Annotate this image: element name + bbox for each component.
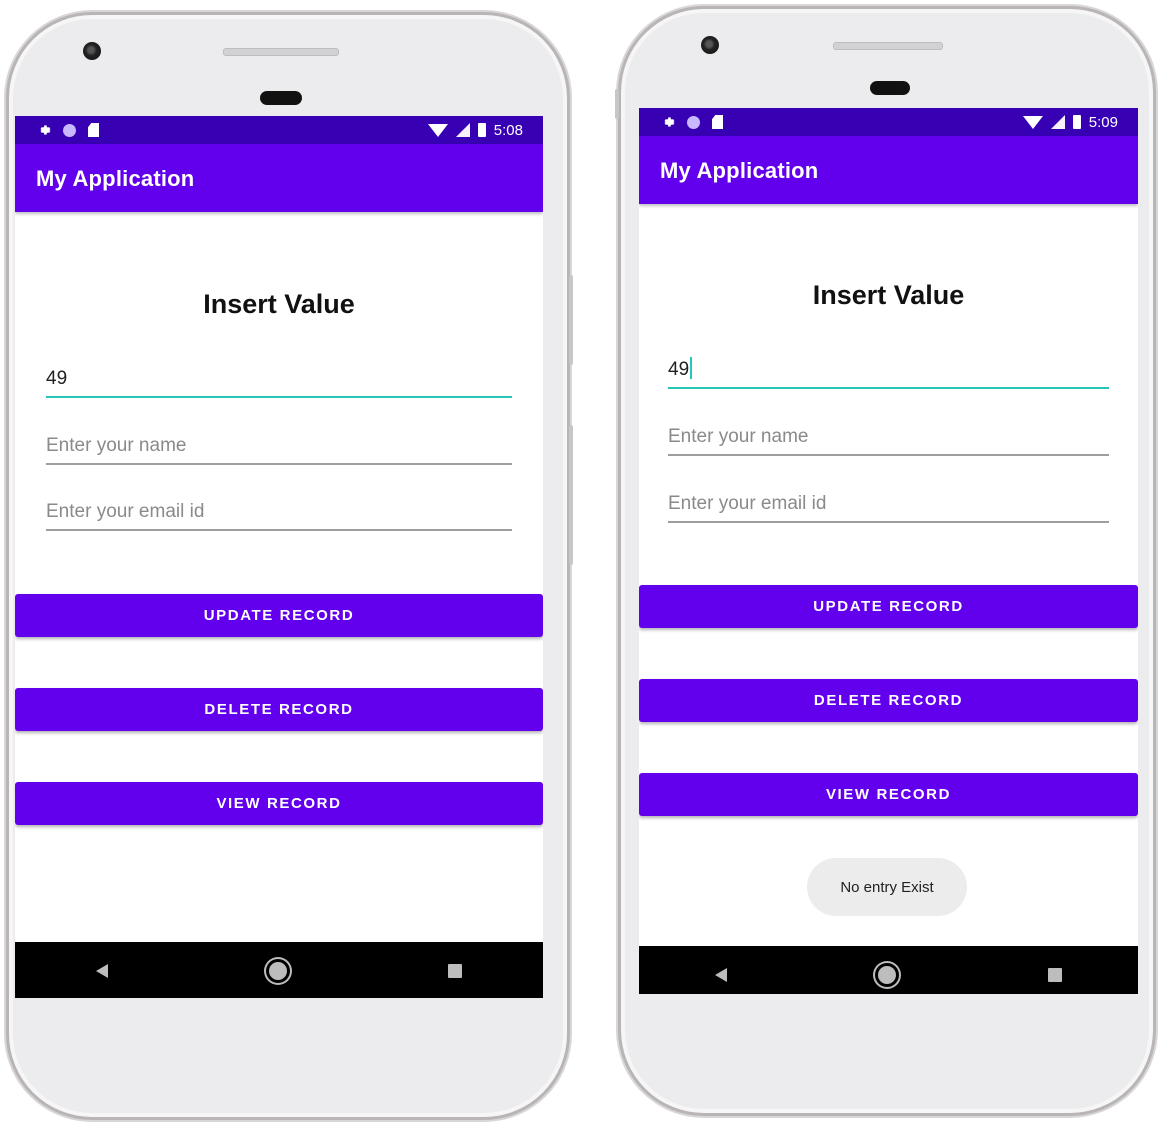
- front-camera: [701, 36, 719, 54]
- home-icon[interactable]: [268, 962, 287, 980]
- view-record-button[interactable]: VIEW RECORD: [639, 773, 1138, 816]
- text-cursor: [690, 357, 693, 379]
- back-icon[interactable]: [95, 964, 108, 978]
- toast-message: No entry Exist: [807, 858, 967, 916]
- id-field[interactable]: 49: [668, 353, 1109, 389]
- email-field-placeholder: Enter your email id: [46, 501, 205, 522]
- id-field[interactable]: 49: [46, 362, 512, 398]
- sd-card-icon: [88, 123, 99, 137]
- earpiece-speaker: [833, 42, 943, 50]
- battery-icon: [477, 123, 486, 137]
- wifi-icon: [427, 123, 448, 137]
- id-field-value: 49: [668, 357, 693, 381]
- id-field-value: 49: [46, 368, 68, 389]
- navigation-bar: [15, 942, 543, 998]
- page-heading: Insert Value: [812, 280, 965, 310]
- name-field[interactable]: Enter your name: [668, 420, 1109, 456]
- side-button: [615, 89, 619, 119]
- status-time: 5:09: [1088, 113, 1118, 131]
- circle-notification-icon: [63, 123, 76, 137]
- screen: 5:09 My Application Insert Value 49 Ente…: [639, 108, 1138, 994]
- wifi-icon: [1022, 115, 1043, 129]
- settings-gear-icon: [40, 125, 51, 135]
- name-field[interactable]: Enter your name: [46, 429, 512, 465]
- email-field[interactable]: Enter your email id: [668, 487, 1109, 523]
- navigation-bar: [639, 946, 1138, 994]
- name-field-placeholder: Enter your name: [668, 426, 809, 447]
- status-time: 5:08: [493, 121, 523, 139]
- app-title: My Application: [36, 166, 195, 191]
- app-title: My Application: [660, 158, 819, 183]
- update-record-button[interactable]: UPDATE RECORD: [639, 585, 1138, 628]
- circle-notification-icon: [687, 115, 700, 129]
- home-icon[interactable]: [878, 966, 897, 984]
- settings-gear-icon: [664, 117, 675, 127]
- email-field-placeholder: Enter your email id: [668, 493, 827, 514]
- page-heading: Insert Value: [203, 289, 355, 319]
- phone-frame-right: 5:09 My Application Insert Value 49 Ente…: [615, 6, 1156, 1116]
- earpiece-speaker: [223, 48, 339, 56]
- phone-frame-left: 5:08 My Application Insert Value 49 Ente…: [6, 12, 573, 1120]
- sd-card-icon: [712, 115, 723, 129]
- recent-apps-icon[interactable]: [448, 964, 463, 978]
- battery-icon: [1072, 115, 1081, 129]
- front-camera: [83, 42, 101, 60]
- recent-apps-icon[interactable]: [1048, 968, 1063, 982]
- power-button: [569, 275, 573, 365]
- status-bar: 5:08: [15, 116, 543, 144]
- view-record-button[interactable]: VIEW RECORD: [15, 782, 543, 825]
- delete-record-button[interactable]: DELETE RECORD: [639, 679, 1138, 722]
- cell-signal-icon: [455, 123, 470, 137]
- email-field[interactable]: Enter your email id: [46, 495, 512, 531]
- volume-button: [569, 425, 573, 565]
- proximity-sensor: [870, 81, 910, 95]
- delete-record-button[interactable]: DELETE RECORD: [15, 688, 543, 731]
- status-bar: 5:09: [639, 108, 1138, 136]
- app-bar: My Application: [15, 144, 543, 212]
- back-icon[interactable]: [714, 968, 727, 982]
- update-record-button[interactable]: UPDATE RECORD: [15, 594, 543, 637]
- proximity-sensor: [260, 91, 302, 105]
- name-field-placeholder: Enter your name: [46, 435, 187, 456]
- screen: 5:08 My Application Insert Value 49 Ente…: [15, 116, 543, 998]
- app-bar: My Application: [639, 136, 1138, 204]
- cell-signal-icon: [1050, 115, 1065, 129]
